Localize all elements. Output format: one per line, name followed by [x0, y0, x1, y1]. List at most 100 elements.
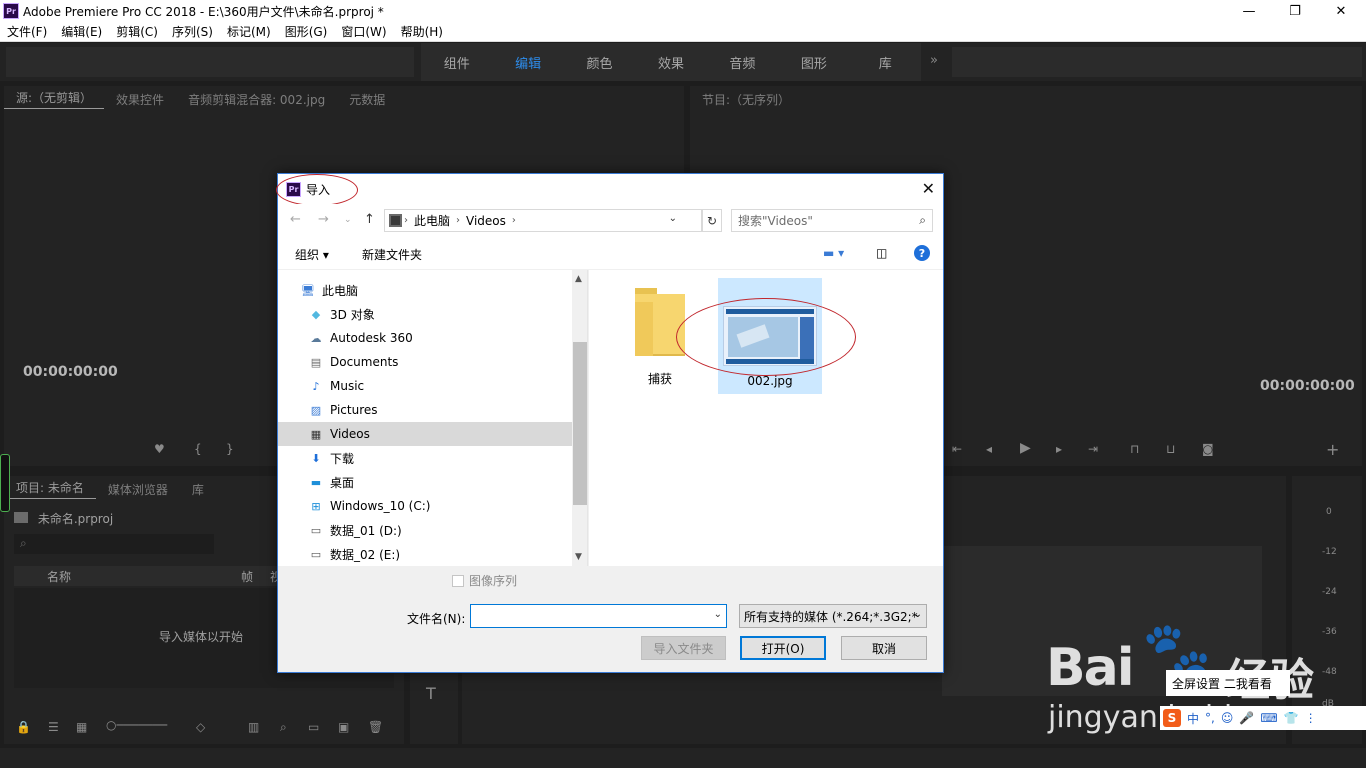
- nav-item-downloads[interactable]: ⬇ 下载: [278, 446, 572, 470]
- maximize-button[interactable]: ❐: [1272, 0, 1318, 22]
- go-to-in-icon[interactable]: ⇤: [952, 442, 962, 456]
- tab-metadata[interactable]: 元数据: [337, 91, 397, 108]
- image-sequence-checkbox[interactable]: 图像序列: [452, 572, 517, 589]
- column-name[interactable]: 名称: [47, 568, 71, 585]
- workspace-overflow-icon[interactable]: »: [930, 53, 938, 68]
- nav-item-drive-c[interactable]: ⊞ Windows_10 (C:): [278, 494, 572, 518]
- nav-item-autodesk-360[interactable]: ☁ Autodesk 360: [278, 326, 572, 350]
- step-back-icon[interactable]: ◂: [986, 442, 992, 456]
- workspace-editing[interactable]: 编辑: [492, 53, 563, 72]
- search-input[interactable]: [732, 210, 902, 231]
- breadcrumb-videos[interactable]: Videos: [466, 214, 506, 228]
- scroll-down-icon[interactable]: ▼: [575, 552, 582, 562]
- address-bar[interactable]: › 此电脑 › Videos › ⌄: [384, 209, 702, 232]
- close-button[interactable]: ✕: [1318, 0, 1364, 22]
- lift-icon[interactable]: ⊓: [1130, 442, 1139, 456]
- sort-icon[interactable]: ◇: [196, 720, 205, 734]
- breadcrumb-this-pc[interactable]: 此电脑: [414, 212, 450, 229]
- chevron-down-icon[interactable]: ⌄: [714, 609, 722, 620]
- tab-audio-clip-mixer[interactable]: 音频剪辑混合器: 002.jpg: [176, 91, 337, 108]
- refresh-icon[interactable]: ↻: [702, 209, 722, 232]
- ime-punctuation-icon[interactable]: °,: [1205, 711, 1215, 725]
- play-icon[interactable]: ▶: [1020, 440, 1031, 456]
- lock-icon[interactable]: 🔒: [16, 720, 31, 734]
- menu-marker[interactable]: 标记(M): [220, 23, 278, 40]
- checkbox-box[interactable]: [452, 574, 464, 587]
- sogou-ime-icon[interactable]: S: [1163, 709, 1181, 727]
- nav-item-music[interactable]: ♪ Music: [278, 374, 572, 398]
- new-bin-icon[interactable]: ▭: [308, 720, 319, 734]
- step-forward-icon[interactable]: ▸: [1056, 442, 1062, 456]
- marker-icon[interactable]: ♥: [154, 442, 165, 456]
- search-box[interactable]: ⌕: [731, 209, 933, 232]
- dialog-close-icon[interactable]: ✕: [922, 179, 935, 198]
- import-folder-button[interactable]: 导入文件夹: [641, 636, 726, 660]
- new-item-icon[interactable]: ▣: [338, 720, 349, 734]
- menu-clip[interactable]: 剪辑(C): [109, 23, 165, 40]
- chevron-down-icon[interactable]: ⌄: [914, 609, 922, 620]
- menu-edit[interactable]: 编辑(E): [54, 23, 109, 40]
- scroll-up-icon[interactable]: ▲: [575, 274, 582, 284]
- menu-sequence[interactable]: 序列(S): [165, 23, 220, 40]
- minimize-button[interactable]: —: [1226, 0, 1272, 22]
- filetype-select[interactable]: 所有支持的媒体 (*.264;*.3G2;* ⌄: [739, 604, 927, 628]
- navigation-scrollbar[interactable]: ▲ ▼: [572, 270, 587, 566]
- menu-help[interactable]: 帮助(H): [394, 23, 450, 40]
- ime-chinese-mode[interactable]: 中: [1187, 710, 1199, 727]
- workspace-effects[interactable]: 效果: [635, 53, 706, 72]
- view-options-icon[interactable]: ▬ ▾: [823, 246, 844, 260]
- icon-view-icon[interactable]: ▦: [76, 720, 87, 734]
- organize-button[interactable]: 组织 ▾: [295, 246, 329, 263]
- workspace-graphics[interactable]: 图形: [778, 53, 849, 72]
- nav-item-this-pc[interactable]: 🖥 此电脑: [278, 278, 572, 302]
- list-view-icon[interactable]: ☰: [48, 720, 59, 734]
- ime-emoji-icon[interactable]: ☺: [1221, 711, 1234, 725]
- up-arrow-icon[interactable]: ↑: [364, 212, 375, 227]
- project-search-input[interactable]: ⌕: [14, 534, 214, 554]
- type-tool-icon[interactable]: T: [426, 684, 436, 703]
- mark-in-icon[interactable]: {: [194, 442, 202, 456]
- new-folder-button[interactable]: 新建文件夹: [362, 246, 422, 263]
- ime-keyboard-icon[interactable]: ⌨: [1260, 711, 1277, 725]
- back-arrow-icon[interactable]: ←: [290, 212, 301, 227]
- mark-out-icon[interactable]: }: [226, 442, 234, 456]
- preview-pane-icon[interactable]: ◫: [876, 246, 887, 260]
- program-timecode[interactable]: 00:00:00:00: [1260, 378, 1355, 394]
- tab-source[interactable]: 源:（无剪辑）: [4, 89, 105, 109]
- ime-more-icon[interactable]: ⋮: [1305, 711, 1317, 725]
- nav-item-documents[interactable]: ▤ Documents: [278, 350, 572, 374]
- nav-item-videos[interactable]: ▦ Videos: [278, 422, 572, 446]
- tab-library[interactable]: 库: [180, 481, 216, 498]
- source-timecode[interactable]: 00:00:00:00: [23, 364, 118, 380]
- nav-item-drive-d[interactable]: ▭ 数据_01 (D:): [278, 518, 572, 542]
- ime-voice-icon[interactable]: 🎤: [1239, 711, 1254, 725]
- automate-icon[interactable]: ▥: [248, 720, 259, 734]
- find-icon[interactable]: ⌕: [280, 720, 287, 735]
- trash-icon[interactable]: 🗑: [368, 720, 383, 734]
- nav-item-drive-e[interactable]: ▭ 数据_02 (E:): [278, 542, 572, 566]
- menu-window[interactable]: 窗口(W): [334, 23, 393, 40]
- add-button-icon[interactable]: +: [1326, 440, 1339, 459]
- menu-graphics[interactable]: 图形(G): [278, 23, 335, 40]
- workspace-color[interactable]: 颜色: [564, 53, 635, 72]
- column-frame-rate[interactable]: 帧: [241, 568, 253, 585]
- camera-icon[interactable]: ◙: [1202, 442, 1214, 456]
- ime-skin-icon[interactable]: 👕: [1284, 711, 1299, 725]
- forward-arrow-icon[interactable]: →: [318, 212, 329, 227]
- tab-media-browser[interactable]: 媒体浏览器: [96, 481, 180, 498]
- go-to-out-icon[interactable]: ⇥: [1088, 442, 1098, 456]
- zoom-slider[interactable]: ○───────: [106, 718, 167, 732]
- recent-chevron-icon[interactable]: ⌄: [344, 215, 352, 225]
- address-dropdown-icon[interactable]: ⌄: [669, 213, 677, 224]
- workspace-assembly[interactable]: 组件: [421, 53, 492, 72]
- workspace-libraries[interactable]: 库: [850, 53, 921, 72]
- scrollbar-thumb[interactable]: [573, 342, 587, 505]
- nav-item-3d-objects[interactable]: ◆ 3D 对象: [278, 302, 572, 326]
- cancel-button[interactable]: 取消: [841, 636, 927, 660]
- nav-item-pictures[interactable]: ▨ Pictures: [278, 398, 572, 422]
- floating-settings-button[interactable]: 全屏设置 二我看看: [1166, 670, 1290, 696]
- tab-program[interactable]: 节目:（无序列）: [690, 91, 802, 108]
- tab-project[interactable]: 项目: 未命名: [4, 479, 96, 499]
- tab-effect-controls[interactable]: 效果控件: [104, 91, 176, 108]
- filename-field[interactable]: ⌄: [470, 604, 727, 628]
